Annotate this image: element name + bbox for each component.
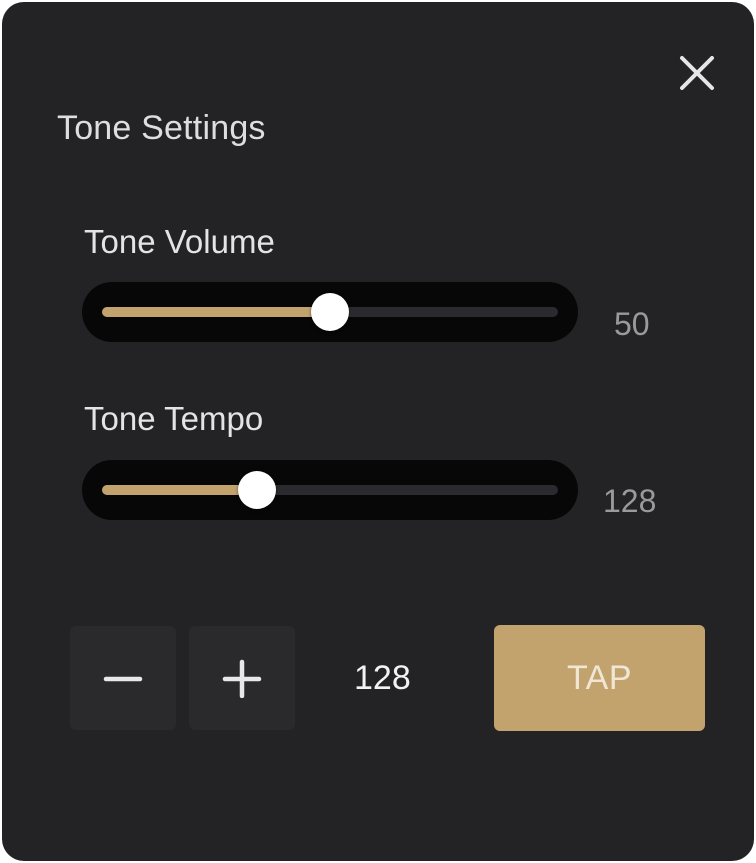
tempo-value: 128 (603, 483, 657, 519)
close-button[interactable] (674, 50, 720, 96)
increment-button[interactable] (189, 626, 295, 730)
volume-value: 50 (614, 306, 650, 342)
plus-icon (222, 659, 262, 698)
tap-button[interactable]: TAP (494, 625, 705, 731)
tempo-slider-rail (102, 471, 558, 509)
tempo-slider-fill (102, 485, 258, 495)
tempo-slider[interactable] (82, 460, 578, 520)
volume-slider-fill (102, 307, 330, 317)
tempo-slider-thumb[interactable] (238, 471, 277, 509)
volume-label: Tone Volume (84, 223, 275, 260)
volume-slider[interactable] (82, 282, 578, 342)
minus-icon (103, 676, 143, 682)
close-icon (680, 56, 714, 90)
volume-slider-thumb[interactable] (311, 293, 349, 331)
volume-slider-rail (102, 293, 558, 331)
dialog-title: Tone Settings (57, 109, 266, 147)
tone-settings-dialog: Tone Settings Tone Volume 50 Tone Tempo … (2, 2, 754, 861)
tempo-label: Tone Tempo (84, 400, 264, 437)
decrement-button[interactable] (70, 626, 176, 730)
tempo-display: 128 (354, 659, 411, 697)
